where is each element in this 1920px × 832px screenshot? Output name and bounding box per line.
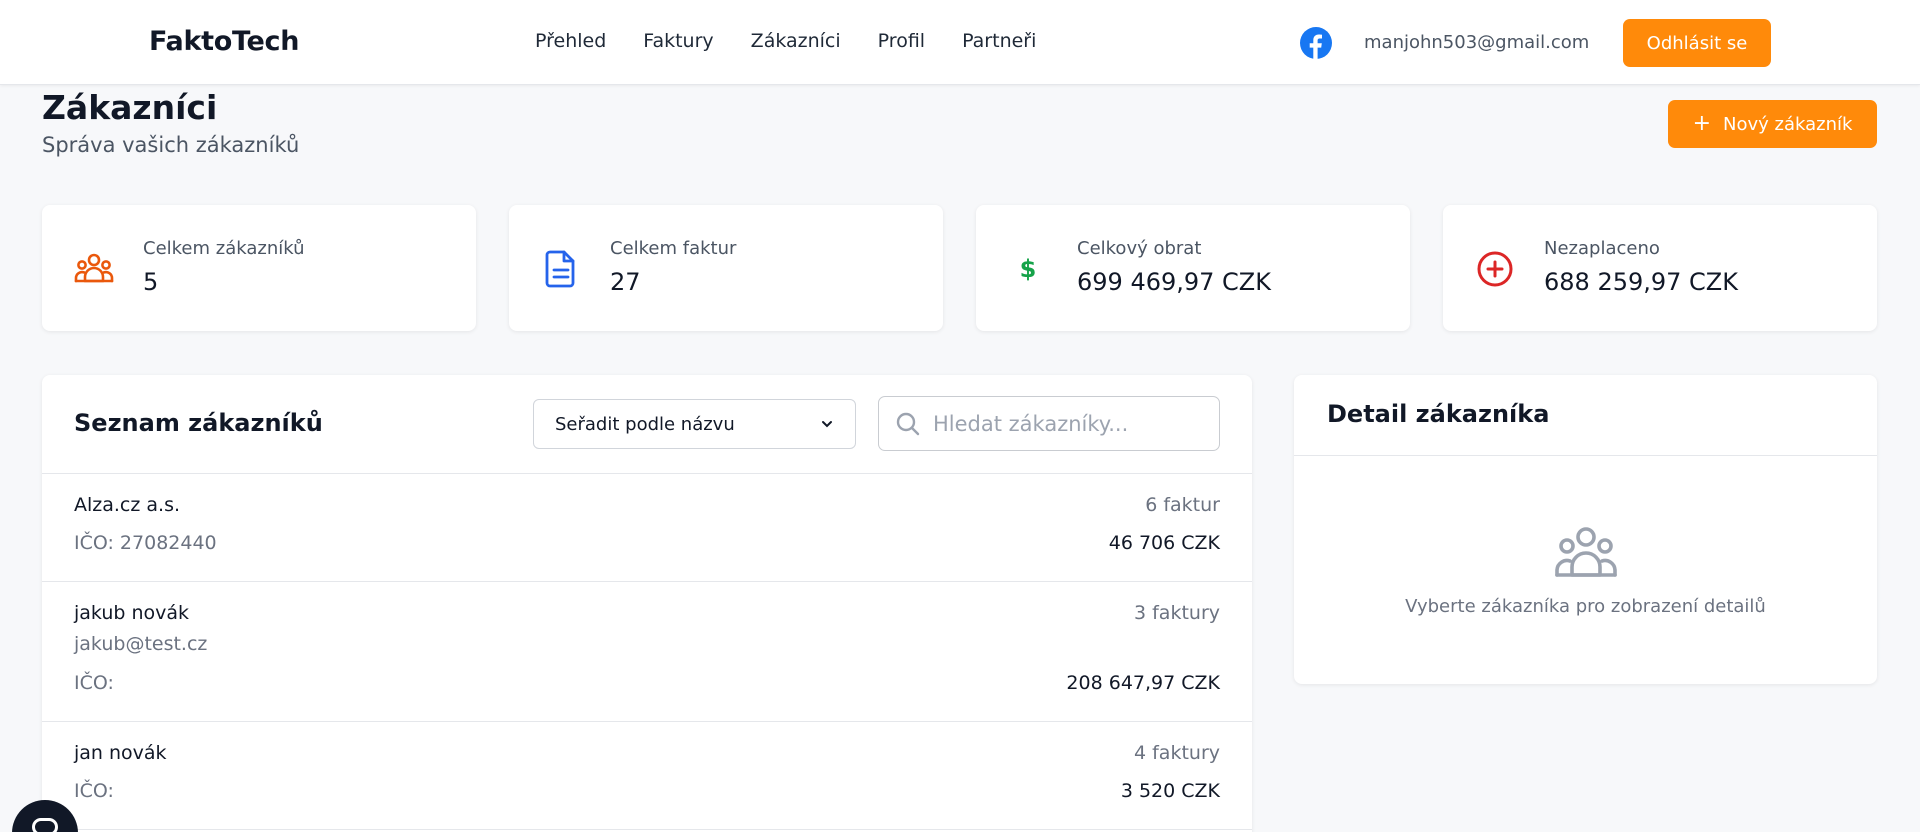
user-email: manjohn503@gmail.com [1364, 32, 1590, 53]
nav-item-profil[interactable]: Profil [878, 30, 925, 52]
customer-detail-panel: Detail zákazníka Vyberte zákazníka pro z… [1294, 375, 1877, 684]
sort-select[interactable]: Seřadit podle názvu [533, 399, 856, 449]
new-customer-label: Nový zákazník [1723, 113, 1853, 135]
users-icon [74, 249, 114, 289]
stat-value: 5 [143, 268, 159, 296]
customer-name: jakub novák [74, 602, 190, 624]
facebook-icon[interactable] [1300, 27, 1332, 59]
nav-item-partneri[interactable]: Partneři [962, 30, 1036, 52]
search-icon [896, 412, 920, 436]
stat-label: Nezaplaceno [1544, 238, 1660, 259]
detail-title: Detail zákazníka [1327, 400, 1550, 428]
users-icon [1555, 527, 1617, 577]
stat-label: Celkem faktur [610, 238, 737, 259]
document-icon [541, 249, 581, 289]
main-nav: Přehled Faktury Zákazníci Profil Partneř… [535, 30, 1036, 52]
sort-selected-value: Seřadit podle názvu [555, 413, 735, 435]
stat-card-customers: Celkem zákazníků 5 [42, 205, 476, 331]
nav-item-prehled[interactable]: Přehled [535, 30, 606, 52]
divider [1294, 455, 1877, 456]
stat-label: Celkem zákazníků [143, 238, 305, 259]
customer-list-panel: Seznam zákazníků Seřadit podle názvu Alz… [42, 375, 1252, 832]
detail-empty-message: Vyberte zákazníka pro zobrazení detailů [1405, 596, 1766, 617]
invoice-count: 3 faktury [1133, 602, 1220, 624]
stat-value: 688 259,97 CZK [1544, 268, 1738, 296]
search-input[interactable] [933, 397, 1213, 450]
page-subtitle: Správa vašich zákazníků [42, 133, 300, 157]
plus-icon: + [1692, 111, 1712, 136]
stat-label: Celkový obrat [1077, 238, 1202, 259]
customer-email: jakub@test.cz [74, 633, 208, 655]
dollar-icon: $ [1019, 255, 1037, 283]
brand-logo[interactable]: FaktoTech [149, 26, 299, 57]
new-customer-button[interactable]: + Nový zákazník [1668, 100, 1877, 148]
chevron-down-icon [822, 421, 832, 428]
stat-card-turnover: $ Celkový obrat 699 469,97 CZK [976, 205, 1410, 331]
customer-name: jan novák [74, 742, 167, 764]
invoice-count: 6 faktur [1145, 494, 1220, 516]
customer-row[interactable]: jakub novák jakub@test.cz IČO: 3 faktury… [42, 582, 1252, 722]
customer-ico: IČO: [74, 780, 114, 802]
invoice-count: 4 faktury [1133, 742, 1220, 764]
stat-value: 699 469,97 CZK [1077, 268, 1271, 296]
top-navbar: FaktoTech Přehled Faktury Zákazníci Prof… [0, 0, 1920, 85]
chat-icon [32, 818, 58, 832]
customer-amount: 46 706 CZK [1108, 532, 1220, 554]
customer-ico: IČO: 27082440 [74, 532, 217, 554]
stat-card-invoices: Celkem faktur 27 [509, 205, 943, 331]
stat-value: 27 [610, 268, 641, 296]
customer-amount: 208 647,97 CZK [1066, 672, 1220, 694]
customer-amount: 3 520 CZK [1120, 780, 1220, 802]
customer-row[interactable]: jan novák IČO: 4 faktury 3 520 CZK [42, 722, 1252, 830]
customer-ico: IČO: [74, 672, 114, 694]
nav-item-zakaznici[interactable]: Zákazníci [751, 30, 841, 52]
search-box [878, 396, 1220, 451]
plus-circle-icon [1475, 249, 1515, 289]
page-title: Zákazníci [42, 88, 218, 127]
customer-name: Alza.cz a.s. [74, 494, 181, 516]
nav-item-faktury[interactable]: Faktury [643, 30, 713, 52]
logout-button[interactable]: Odhlásit se [1623, 19, 1771, 67]
stat-card-unpaid: Nezaplaceno 688 259,97 CZK [1443, 205, 1877, 331]
customer-list-title: Seznam zákazníků [74, 409, 323, 437]
customer-row[interactable]: Alza.cz a.s. IČO: 27082440 6 faktur 46 7… [42, 474, 1252, 582]
